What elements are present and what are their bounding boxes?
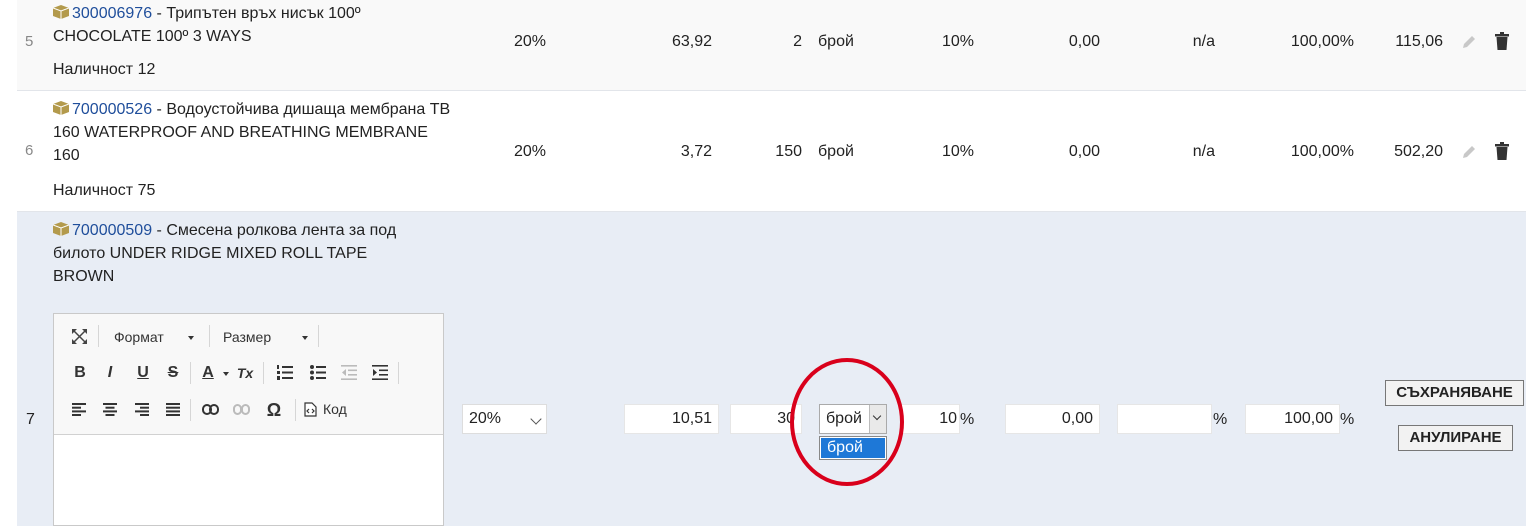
format-dropdown[interactable]: Формат [114, 329, 164, 345]
toolbar-separator [295, 399, 296, 421]
total-value: 502,20 [1394, 143, 1443, 160]
align-left-icon[interactable] [72, 403, 86, 416]
vat-select-value: 20% [469, 410, 502, 427]
product-description: 300006976 - Трипътен връх нисък 100º CHO… [53, 2, 453, 48]
row-number: 7 [26, 411, 35, 428]
extra-value: 0,00 [1068, 143, 1100, 160]
vat-value: 20% [514, 143, 547, 160]
total-value: 115,06 [1395, 33, 1443, 50]
package-icon [53, 101, 69, 115]
highlight-circle [790, 358, 904, 486]
row-number: 6 [25, 142, 34, 159]
toolbar-separator [190, 399, 191, 421]
unit-value: брой [818, 143, 854, 160]
edit-pencil-icon[interactable] [1460, 143, 1478, 161]
numbered-list-icon[interactable] [277, 365, 293, 380]
na-value: n/a [1192, 143, 1215, 160]
table-row: 6 700000526 - Водоустойчива дишаща мембр… [17, 91, 1526, 212]
strikethrough-button[interactable]: S [162, 362, 184, 384]
product-description: 700000526 - Водоустойчива дишаща мембран… [53, 98, 453, 167]
format-label: Формат [114, 329, 164, 345]
rich-text-editor: Формат Размер B I U S A Tx Ω Код [53, 313, 444, 526]
price-value: 3,72 [680, 143, 712, 160]
price-input[interactable]: 10,51 [624, 404, 719, 434]
extra-input[interactable]: 0,00 [1005, 404, 1100, 434]
discount-value: 10% [941, 33, 974, 50]
table-row: 5 300006976 - Трипътен връх нисък 100º C… [17, 0, 1526, 91]
bulleted-list-icon[interactable] [310, 365, 326, 380]
na-value: n/a [1192, 33, 1215, 50]
remove-format-button[interactable]: Tx [234, 362, 256, 384]
toolbar-separator [209, 325, 210, 347]
editor-content-area[interactable] [54, 435, 443, 525]
additional-input[interactable] [1117, 404, 1212, 434]
vat-value: 20% [514, 33, 547, 50]
package-icon [53, 5, 69, 19]
additional-percent-suffix: % [1213, 411, 1228, 428]
toolbar-separator [98, 325, 99, 347]
toolbar-separator [398, 362, 399, 384]
percent-input[interactable]: 100,00 [1245, 404, 1340, 434]
size-dropdown[interactable]: Размер [223, 329, 271, 345]
product-code-link[interactable]: 300006976 [72, 5, 152, 22]
quantity-value: 150 [775, 143, 802, 160]
increase-indent-icon[interactable] [372, 365, 388, 380]
justify-icon[interactable] [166, 403, 180, 416]
product-code-link[interactable]: 700000509 [72, 222, 152, 239]
discount-value: 10% [941, 143, 974, 160]
vat-select[interactable]: 20% [462, 404, 547, 434]
save-button[interactable]: СЪХРАНЯВАНЕ [1385, 380, 1524, 406]
source-button[interactable]: Код [323, 401, 347, 417]
align-right-icon[interactable] [135, 403, 149, 416]
unit-value: брой [818, 33, 854, 50]
row-number: 5 [25, 33, 34, 50]
italic-button[interactable]: I [99, 362, 121, 384]
edit-pencil-icon[interactable] [1460, 33, 1478, 51]
toolbar-separator [190, 362, 191, 384]
stock-label: Наличност 12 [53, 61, 156, 78]
special-character-button[interactable]: Ω [263, 399, 285, 421]
percent-value: 100,00% [1290, 33, 1354, 50]
toolbar-separator [263, 362, 264, 384]
delete-trash-icon[interactable] [1494, 142, 1510, 160]
size-label: Размер [223, 329, 272, 345]
caret-down-icon [302, 336, 308, 340]
source-code-icon[interactable] [304, 402, 317, 417]
maximize-icon[interactable] [71, 328, 88, 345]
price-value: 63,92 [671, 33, 712, 50]
stock-label: Наличност 75 [53, 182, 156, 199]
font-color-button[interactable]: A [197, 362, 219, 384]
percent-value: 100,00% [1290, 143, 1354, 160]
cancel-button[interactable]: АНУЛИРАНЕ [1398, 425, 1513, 451]
extra-value: 0,00 [1068, 33, 1100, 50]
caret-down-icon [188, 336, 194, 340]
underline-button[interactable]: U [132, 362, 154, 384]
decrease-indent-icon[interactable] [341, 365, 357, 380]
editor-toolbar: Формат Размер B I U S A Tx Ω Код [54, 314, 443, 435]
quantity-value: 2 [793, 33, 802, 50]
table-row-editing: 7 700000509 - Смесена ролкова лента за п… [17, 212, 1526, 526]
discount-percent-suffix: % [960, 411, 975, 428]
package-icon [53, 222, 69, 236]
align-center-icon[interactable] [103, 403, 117, 416]
toolbar-separator [318, 325, 319, 347]
chevron-down-icon [530, 413, 542, 425]
link-icon[interactable] [202, 404, 219, 415]
product-code-link[interactable]: 700000526 [72, 101, 152, 118]
delete-trash-icon[interactable] [1494, 32, 1510, 50]
caret-down-icon [223, 372, 229, 376]
product-description: 700000509 - Смесена ролкова лента за под… [53, 219, 423, 288]
percent-suffix: % [1340, 411, 1355, 428]
bold-button[interactable]: B [69, 362, 91, 384]
unlink-icon[interactable] [233, 404, 250, 415]
